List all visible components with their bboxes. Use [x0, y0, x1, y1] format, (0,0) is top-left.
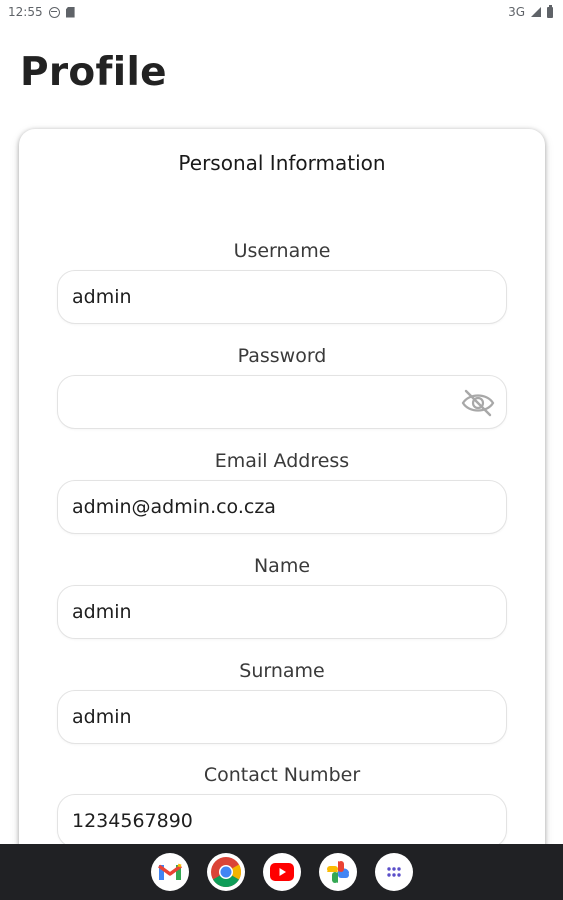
status-time: 12:55 [8, 5, 43, 19]
eye-off-icon[interactable] [460, 388, 496, 418]
card-title: Personal Information [178, 151, 386, 175]
network-type: 3G [508, 5, 525, 19]
chrome-icon[interactable] [206, 853, 245, 891]
password-label: Password [237, 345, 327, 367]
email-input[interactable]: admin@admin.co.cza [57, 480, 507, 534]
email-label: Email Address [214, 450, 350, 472]
name-value: admin [72, 601, 132, 623]
name-input[interactable]: admin [57, 585, 507, 639]
page-title: Profile [20, 50, 167, 95]
signal-icon [531, 7, 541, 17]
username-label: Username [233, 240, 331, 262]
status-bar: 12:55 3G [0, 0, 563, 24]
surname-input[interactable]: admin [57, 690, 507, 744]
name-label: Name [253, 555, 311, 577]
contact-number-value: 1234567890 [72, 810, 193, 832]
contact-number-input[interactable]: 1234567890 [57, 794, 507, 848]
dnd-icon [48, 6, 60, 18]
status-left: 12:55 [8, 5, 75, 19]
app-drawer-icon[interactable] [374, 853, 413, 891]
app-dock [0, 844, 563, 900]
battery-icon [547, 4, 553, 18]
personal-information-card: Personal Information Username admin Pass… [19, 129, 545, 889]
profile-screen: 12:55 3G Profile Personal Information Us… [0, 0, 563, 900]
contact-number-label: Contact Number [203, 764, 361, 786]
gmail-icon[interactable] [150, 853, 189, 891]
username-input[interactable]: admin [57, 270, 507, 324]
youtube-icon[interactable] [262, 853, 301, 891]
status-right: 3G [508, 4, 553, 19]
sd-card-icon [65, 6, 75, 18]
username-value: admin [72, 286, 132, 308]
surname-value: admin [72, 706, 132, 728]
photos-icon[interactable] [318, 853, 357, 891]
surname-label: Surname [239, 660, 325, 682]
password-input[interactable] [57, 375, 507, 429]
email-value: admin@admin.co.cza [72, 496, 276, 518]
